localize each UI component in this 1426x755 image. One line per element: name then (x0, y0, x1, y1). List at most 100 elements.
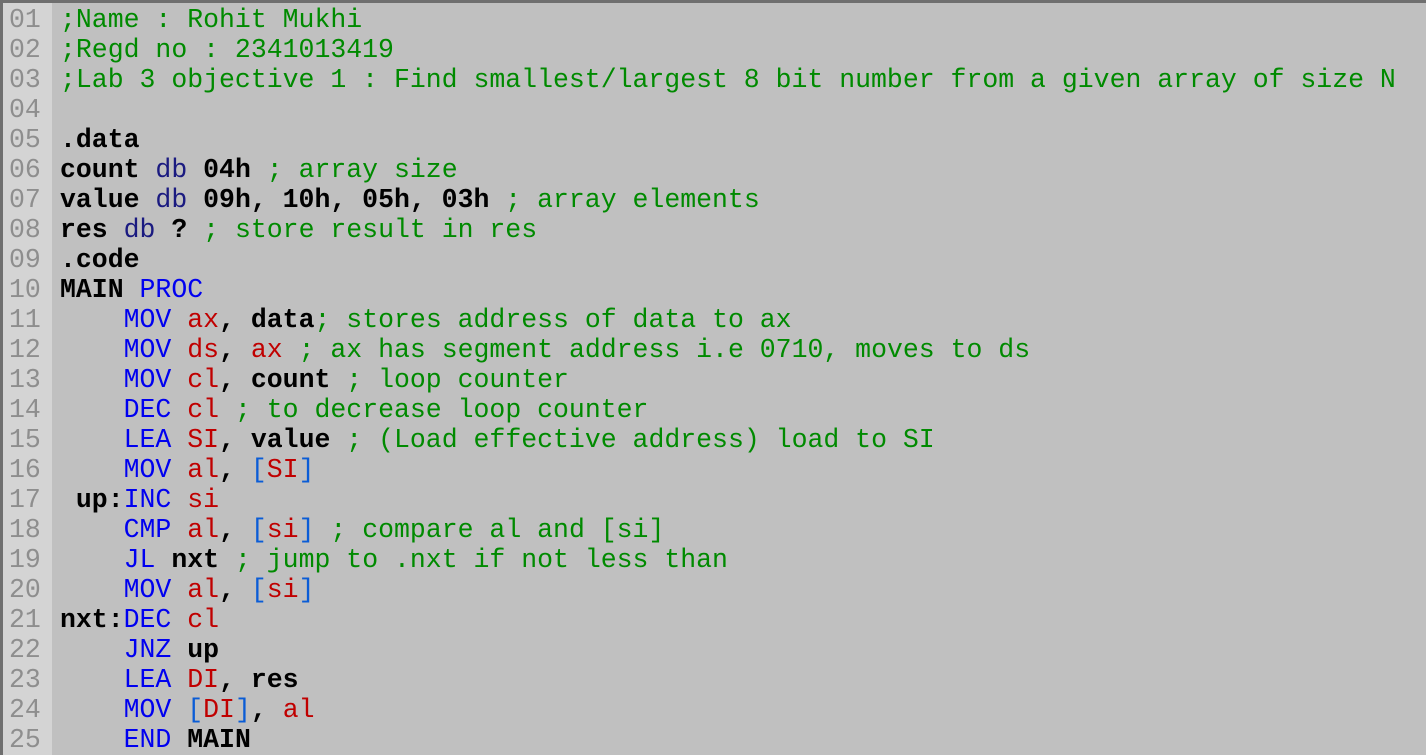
comment-token: ; loop counter (346, 365, 569, 395)
code-line[interactable]: 06 count db 04h ; array size (3, 155, 1426, 185)
identifier-token: res (250, 665, 299, 695)
line-code[interactable]: DEC cl ; to decrease loop counter (52, 395, 649, 425)
line-code[interactable] (52, 95, 60, 125)
line-code[interactable]: MOV ax, data; stores address of data to … (52, 305, 792, 335)
identifier-token: up: (75, 485, 124, 515)
register-token: ax (187, 305, 220, 335)
line-code[interactable]: LEA DI, res (52, 665, 299, 695)
line-code[interactable]: nxt:DEC cl (52, 605, 219, 635)
code-line[interactable]: 24 MOV [DI], al (3, 695, 1426, 725)
line-number: 19 (9, 545, 41, 575)
line-code[interactable]: value db 09h, 10h, 05h, 03h ; array elem… (52, 185, 760, 215)
code-line[interactable]: 09 .code (3, 245, 1426, 275)
line-code[interactable]: LEA SI, value ; (Load effective address)… (52, 425, 935, 455)
keyword-token: MOV (123, 335, 172, 365)
code-line[interactable]: 11 MOV ax, data; stores address of data … (3, 305, 1426, 335)
register-token: al (187, 455, 220, 485)
line-code[interactable]: ;Name : Rohit Mukhi (52, 5, 362, 35)
line-code[interactable]: JNZ up (52, 635, 219, 665)
code-lines[interactable]: 01 ;Name : Rohit Mukhi 02 ;Regd no : 234101… (3, 5, 1426, 755)
bracket-token: [ (250, 455, 267, 485)
line-code[interactable]: ;Lab 3 objective 1 : Find smallest/large… (52, 65, 1396, 95)
register-token: SI (266, 455, 299, 485)
code-line[interactable]: 16 MOV al, [SI] (3, 455, 1426, 485)
identifier-token: value (250, 425, 331, 455)
identifier-token: MAIN (60, 275, 124, 305)
bracket-token: ] (234, 695, 251, 725)
identifier-token: count (250, 365, 331, 395)
comment-token: ; array elements (505, 185, 760, 215)
line-code[interactable]: MOV al, [si] (52, 575, 315, 605)
line-number: 23 (9, 665, 41, 695)
code-line[interactable]: 14 DEC cl ; to decrease loop counter (3, 395, 1426, 425)
code-line[interactable]: 19 JL nxt ; jump to .nxt if not less tha… (3, 545, 1426, 575)
register-token: al (187, 515, 220, 545)
identifier-token: 04h (203, 155, 251, 185)
line-number: 18 (9, 515, 41, 545)
keyword-token: MOV (123, 455, 172, 485)
register-token: cl (187, 395, 220, 425)
code-line[interactable]: 02 ;Regd no : 2341013419 (3, 35, 1426, 65)
code-line[interactable]: 17 up:INC si (3, 485, 1426, 515)
line-code[interactable]: MOV cl, count ; loop counter (52, 365, 569, 395)
comment-token: ;Name : Rohit Mukhi (60, 5, 363, 35)
code-line[interactable]: 20 MOV al, [si] (3, 575, 1426, 605)
code-line[interactable]: 01 ;Name : Rohit Mukhi (3, 5, 1426, 35)
keyword-token: MOV (123, 695, 172, 725)
code-line[interactable]: 15 LEA SI, value ; (Load effective addre… (3, 425, 1426, 455)
code-line[interactable]: 22 JNZ up (3, 635, 1426, 665)
line-code[interactable]: MOV [DI], al (52, 695, 315, 725)
line-number: 02 (9, 35, 41, 65)
code-line[interactable]: 21 nxt:DEC cl (3, 605, 1426, 635)
code-line[interactable]: 13 MOV cl, count ; loop counter (3, 365, 1426, 395)
line-code[interactable]: MOV ds, ax ; ax has segment address i.e … (52, 335, 1031, 365)
identifier-token: , (250, 695, 267, 725)
register-token: SI (187, 425, 220, 455)
keyword-token: END (123, 725, 172, 755)
line-code[interactable]: END MAIN (52, 725, 251, 755)
code-line[interactable]: 03 ;Lab 3 objective 1 : Find smallest/lar… (3, 65, 1426, 95)
identifier-token: count (60, 155, 140, 185)
register-token: cl (187, 365, 220, 395)
line-code[interactable]: CMP al, [si] ; compare al and [si] (52, 515, 665, 545)
code-line[interactable]: 18 CMP al, [si] ; compare al and [si] (3, 515, 1426, 545)
code-line[interactable]: 23 LEA DI, res (3, 665, 1426, 695)
identifier-token: , (219, 665, 235, 695)
keyword-token: LEA (123, 665, 172, 695)
keyword-token: INC (123, 485, 172, 515)
line-code[interactable]: MOV al, [SI] (52, 455, 315, 485)
line-number: 15 (9, 425, 41, 455)
line-code[interactable]: JL nxt ; jump to .nxt if not less than (52, 545, 728, 575)
code-line[interactable]: 07 value db 09h, 10h, 05h, 03h ; array el… (3, 185, 1426, 215)
code-line[interactable]: 04 (3, 95, 1426, 125)
line-code[interactable]: .data (52, 125, 140, 155)
line-code[interactable]: res db ? ; store result in res (52, 215, 537, 245)
line-code[interactable]: .code (52, 245, 140, 275)
line-number: 14 (9, 395, 41, 425)
code-line[interactable]: 08 res db ? ; store result in res (3, 215, 1426, 245)
line-code[interactable]: ;Regd no : 2341013419 (52, 35, 394, 65)
bracket-token: [ (250, 515, 267, 545)
code-line[interactable]: 25 END MAIN (3, 725, 1426, 755)
code-line[interactable]: 12 MOV ds, ax ; ax has segment address i… (3, 335, 1426, 365)
line-number: 08 (9, 215, 41, 245)
line-code[interactable]: count db 04h ; array size (52, 155, 458, 185)
keyword-token: JNZ (123, 635, 172, 665)
code-editor[interactable]: 01 ;Name : Rohit Mukhi 02 ;Regd no : 234101… (0, 0, 1426, 755)
code-line[interactable]: 05 .data (3, 125, 1426, 155)
line-code[interactable]: MAIN PROC (52, 275, 203, 305)
code-line[interactable]: 10 MAIN PROC (3, 275, 1426, 305)
line-code[interactable]: up:INC si (52, 485, 219, 515)
